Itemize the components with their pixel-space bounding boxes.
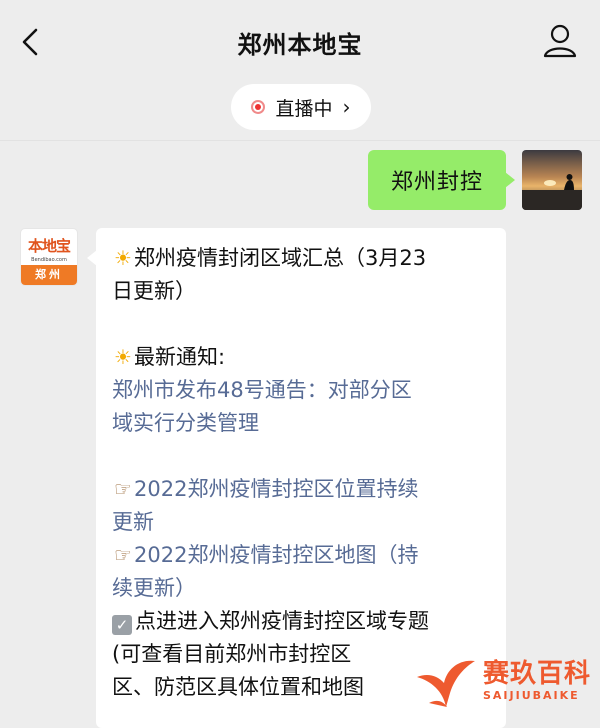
location-link[interactable]: 更新 bbox=[112, 506, 490, 539]
map-link[interactable]: ☞2022郑州疫情封控区地图（持 bbox=[112, 539, 490, 572]
live-label: 直播中 bbox=[275, 97, 333, 120]
pointing-hand-icon: ☞ bbox=[114, 477, 132, 501]
user-message-text: 郑州封控 bbox=[390, 170, 483, 195]
avatar-city: 郑州 bbox=[21, 265, 77, 285]
avatar-sub: Bendibao.com bbox=[31, 257, 67, 263]
avatar-logo: 本地宝 bbox=[27, 237, 71, 255]
page-title: 郑州本地宝 bbox=[237, 30, 363, 59]
message-line: ✓ 点进进入郑州疫情封控区域专题 bbox=[112, 605, 490, 638]
notice-link[interactable]: 域实行分类管理 bbox=[112, 407, 490, 440]
message-line: 日更新） bbox=[112, 279, 196, 303]
watermark-cn: 赛玖百科 bbox=[483, 658, 592, 689]
sun-icon: ☀ bbox=[114, 345, 132, 369]
chevron-left-icon[interactable] bbox=[14, 22, 48, 62]
notice-link[interactable]: 郑州市发布48号通告：对部分区 bbox=[112, 374, 490, 407]
message-line: ☀郑州疫情封闭区域汇总（3月23 bbox=[112, 242, 490, 275]
divider bbox=[0, 140, 600, 141]
user-avatar[interactable] bbox=[522, 150, 582, 210]
map-link[interactable]: 续更新） bbox=[112, 572, 490, 605]
watermark: 赛玖百科 SAIJIUBAIKE bbox=[413, 640, 600, 720]
chevron-right-icon: › bbox=[342, 95, 351, 119]
checkbox-icon: ✓ bbox=[112, 615, 132, 635]
pointing-hand-icon: ☞ bbox=[114, 543, 132, 567]
live-dot-icon bbox=[251, 100, 266, 114]
whale-tail-logo bbox=[417, 660, 475, 707]
person-icon[interactable] bbox=[542, 22, 578, 62]
message-line: ☀最新通知: bbox=[112, 341, 490, 374]
official-account-avatar[interactable]: 本地宝 Bendibao.com 郑州 bbox=[20, 228, 78, 286]
sunset-photo bbox=[522, 150, 582, 210]
sun-icon: ☀ bbox=[114, 246, 132, 270]
top-bar: 郑州本地宝 bbox=[0, 0, 600, 84]
user-message-bubble[interactable]: 郑州封控 bbox=[368, 150, 515, 210]
live-button[interactable]: 直播中 › bbox=[231, 84, 371, 130]
watermark-en: SAIJIUBAIKE bbox=[483, 688, 580, 702]
location-link[interactable]: ☞2022郑州疫情封控区位置持续 bbox=[112, 473, 490, 506]
